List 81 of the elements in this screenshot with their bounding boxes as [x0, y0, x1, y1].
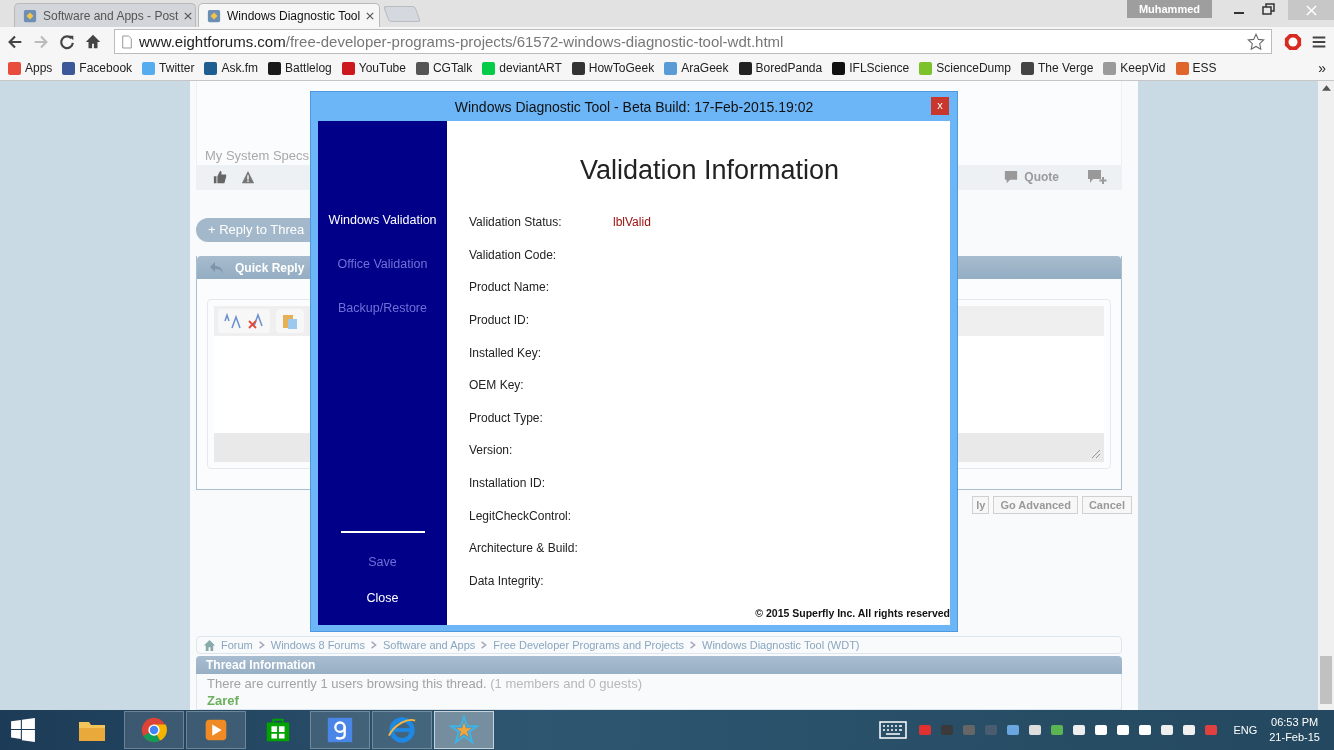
field-label: Installation ID:	[469, 476, 547, 491]
field-label: LegitCheckControl:	[469, 508, 573, 523]
bookmark[interactable]: AraGeek	[664, 61, 729, 75]
chevron-icon	[480, 641, 489, 649]
stop-sign-icon[interactable]	[1284, 32, 1302, 51]
sidebar-item[interactable]: Save	[368, 555, 397, 569]
content-heading: Validation Information	[579, 155, 840, 186]
star-icon[interactable]	[1247, 32, 1265, 51]
search-app-icon	[325, 715, 355, 745]
forum-icon	[207, 8, 221, 23]
field-label: OEM Key:	[469, 378, 525, 393]
keyboard-icon[interactable]	[879, 721, 908, 739]
taskbar-app[interactable]	[186, 711, 246, 749]
close-icon[interactable]	[184, 11, 193, 20]
bookmark[interactable]: Apps	[8, 61, 53, 75]
field-label: Product Name:	[469, 280, 551, 295]
bookmark[interactable]: Twitter	[142, 61, 195, 75]
bookmark[interactable]: ScienceDump	[919, 61, 1011, 75]
bookmark[interactable]: KeepVid	[1103, 61, 1166, 75]
taskbar-app[interactable]	[124, 711, 184, 749]
page-icon	[121, 34, 133, 49]
browser-icon	[139, 715, 169, 745]
field-label: Validation Status:	[469, 215, 563, 230]
field-label: Version:	[469, 443, 514, 458]
close-icon[interactable]	[366, 11, 375, 20]
clock-time: 06:53 PM	[1271, 715, 1319, 730]
bookmark[interactable]: Facebook	[62, 61, 133, 75]
bookmark[interactable]: IFLScience	[832, 61, 910, 75]
scroll-up-icon[interactable]	[1321, 85, 1331, 91]
field-label: Installed Key:	[469, 345, 543, 360]
warning-icon[interactable]	[241, 170, 255, 184]
sidebar-item[interactable]: Close	[366, 591, 399, 605]
bookmark[interactable]: Battlelog	[268, 61, 332, 75]
chevron-icon	[689, 641, 697, 649]
chevron-icon	[257, 641, 266, 649]
sidebar-item[interactable]: Office Validation	[337, 257, 428, 271]
close-icon	[1305, 4, 1317, 16]
scrollbar-thumb[interactable]	[1320, 656, 1332, 704]
clock[interactable]: 06:53 PM 21-Feb-15	[1269, 715, 1320, 745]
scrollbar[interactable]	[1318, 81, 1334, 710]
field-value: lblValid	[613, 215, 651, 230]
browser-tab[interactable]: Windows Diagnostic Tool	[198, 3, 380, 27]
reload-icon[interactable]	[58, 32, 76, 51]
bookmark[interactable]: The Verge	[1020, 61, 1094, 75]
language-indicator[interactable]: ENG	[1233, 724, 1258, 736]
font-size-icon[interactable]	[223, 312, 241, 330]
speech-bubble-icon	[1004, 170, 1019, 184]
bookmark[interactable]: Ask.fm	[204, 61, 259, 75]
bookmark[interactable]: CGTalk	[415, 61, 473, 75]
forum-icon	[23, 8, 37, 23]
bookmark[interactable]: deviantART	[482, 61, 562, 75]
home-icon[interactable]	[84, 32, 102, 51]
url-text: www.eightforums.com/free-developer-programs-projects/61572-windows-diagnostic-tool-wdt.html	[139, 33, 784, 50]
start-icon[interactable]	[10, 717, 36, 743]
field-label: Validation Code:	[469, 247, 558, 262]
thumbs-up-icon[interactable]	[213, 170, 227, 184]
field-label: Architecture & Build:	[469, 541, 579, 556]
address-bar[interactable]: www.eightforums.com/free-developer-programs-projects/61572-windows-diagnostic-tool-wdt.html	[114, 29, 1272, 54]
section-title: Thread Information	[206, 658, 316, 672]
sidebar-item[interactable]: Backup/Restore	[338, 301, 427, 315]
chevron-icon	[369, 641, 378, 649]
bookmark[interactable]: BoredPanda	[738, 61, 823, 75]
panel-title: Quick Reply	[235, 260, 305, 275]
more-bookmarks-button[interactable]: »	[1318, 60, 1326, 76]
bookmark[interactable]: HowToGeek	[571, 61, 655, 75]
browsing-info: There are currently 1 users browsing this thread. (1 members and 0 guests)	[207, 676, 642, 692]
remove-format-icon[interactable]	[247, 312, 265, 330]
resize-grip-icon[interactable]	[1089, 447, 1101, 459]
copyright-text: © 2015 Superfly Inc. All rights reserved	[755, 607, 950, 619]
field-label: Product ID:	[469, 313, 531, 328]
bookmark[interactable]: ESS	[1175, 61, 1217, 75]
close-button[interactable]: x	[931, 97, 949, 115]
window-title: Windows Diagnostic Tool - Beta Build: 17-Feb-2015.19:02	[454, 98, 814, 115]
globe-e-icon	[387, 715, 417, 745]
field-label: Data Integrity:	[469, 573, 545, 588]
star-app-icon	[449, 715, 479, 745]
clock-date: 21-Feb-15	[1269, 730, 1320, 745]
taskbar-app[interactable]	[310, 711, 370, 749]
browser-tab[interactable]: Software and Apps - Post	[14, 3, 196, 27]
bookmark[interactable]: YouTube	[341, 61, 406, 75]
field-label: Product Type:	[469, 410, 544, 425]
